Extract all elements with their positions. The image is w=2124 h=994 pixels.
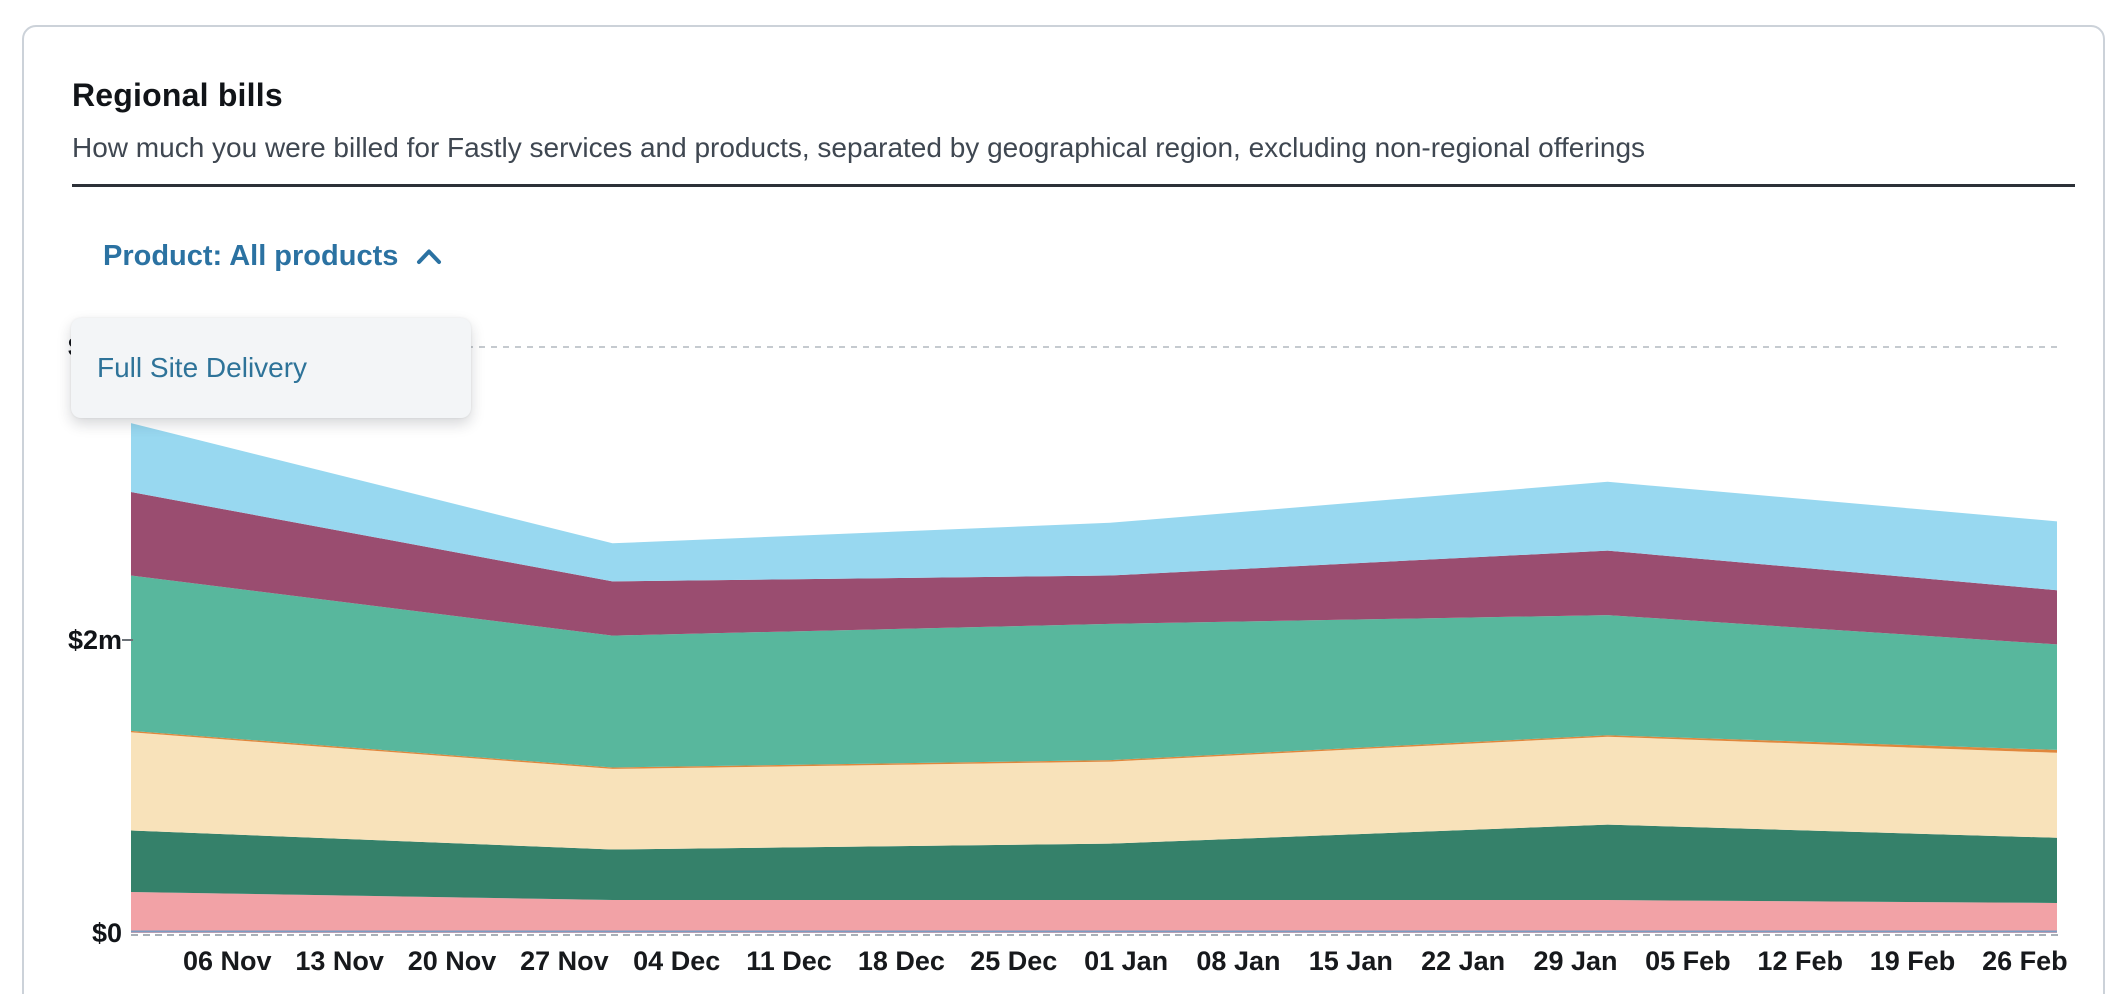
menu-item-full-site-delivery[interactable]: Full Site Delivery (71, 318, 471, 418)
product-filter-label: Product: All products (103, 240, 398, 273)
product-filter-button[interactable]: Product: All products (103, 240, 442, 273)
header-divider (72, 184, 2075, 187)
chevron-up-icon (416, 248, 442, 265)
card-subtitle: How much you were billed for Fastly serv… (72, 132, 2075, 164)
product-dropdown-menu: Full Site Delivery (71, 318, 471, 418)
page: Regional bills How much you were billed … (0, 0, 2124, 994)
regional-bills-card: Regional bills How much you were billed … (22, 25, 2105, 994)
page-title: Regional bills (72, 77, 2075, 114)
card-header: Regional bills How much you were billed … (24, 27, 2103, 187)
